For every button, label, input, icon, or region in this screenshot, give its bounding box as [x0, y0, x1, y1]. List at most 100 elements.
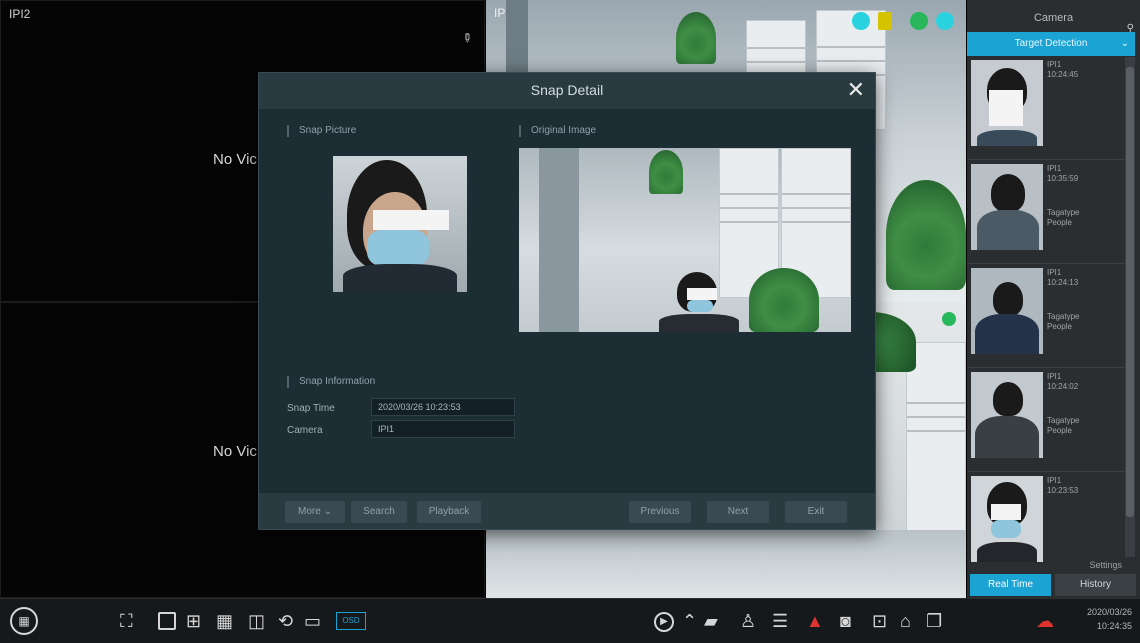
start-menu-icon[interactable]: ▦ — [10, 607, 38, 635]
clock: 2020/03/26 10:24:35 — [1087, 605, 1132, 633]
panel-scrollbar[interactable] — [1125, 57, 1135, 557]
item-type-value: People — [1047, 322, 1072, 331]
item-time: 10:24:02 — [1047, 382, 1079, 391]
scene-plant — [749, 268, 819, 332]
item-type-value: People — [1047, 218, 1072, 227]
scene-floor — [486, 530, 966, 598]
dialog-footer: More ⌄ Search Playback Previous Next Exi… — [259, 493, 875, 529]
scene-mask — [991, 520, 1021, 538]
scene-hair — [993, 282, 1023, 316]
scene-mask — [367, 230, 429, 266]
picture-icon[interactable]: ◫ — [248, 612, 265, 630]
clock-date: 2020/03/26 — [1086, 607, 1132, 617]
windows-icon[interactable]: ❐ — [926, 612, 942, 630]
detection-panel: Camera ⚲ Target Detection ⌄ IPI1 10:24:4… — [967, 0, 1140, 598]
face-detect-icon — [852, 12, 870, 30]
playback-icon[interactable]: ▶ — [654, 612, 674, 632]
list-item[interactable]: IPI1 10:35:59 Tagatype People — [967, 160, 1129, 264]
item-meta: IPI1 10:35:59 Tagatype People — [1047, 164, 1079, 228]
snap-thumbnail — [971, 164, 1043, 250]
save-icon[interactable]: ⊡ — [872, 612, 887, 630]
item-camera: IPI1 — [1047, 60, 1062, 69]
snap-time-field: 2020/03/26 10:23:53 — [371, 398, 515, 416]
item-camera: IPI1 — [1047, 164, 1062, 173]
snap-thumbnail — [971, 268, 1043, 354]
network-icon[interactable]: ⌂ — [900, 612, 911, 630]
alarm-icon[interactable]: ▲ — [806, 612, 824, 630]
face-blur — [991, 504, 1021, 520]
item-meta: IPI1 10:24:45 — [1047, 60, 1078, 80]
list-item[interactable]: IPI1 10:24:13 Tagatype People — [967, 264, 1129, 368]
list-item[interactable]: IPI1 10:24:02 Tagatype People — [967, 368, 1129, 472]
scene-shirt — [977, 210, 1039, 250]
item-time: 10:35:59 — [1047, 174, 1079, 183]
history-button[interactable]: History — [1055, 574, 1136, 596]
chevron-down-icon: ⌄ — [323, 506, 332, 517]
status-icon — [910, 12, 928, 30]
snap-thumbnail — [971, 476, 1043, 562]
ptz-camera-icon[interactable]: ▰ — [704, 612, 718, 630]
scene-hair — [991, 174, 1025, 212]
item-camera: IPI1 — [1047, 476, 1062, 485]
item-type-value: People — [1047, 426, 1072, 435]
more-label: More — [298, 506, 321, 517]
item-type-label: Tagatype — [1047, 416, 1080, 425]
scrollbar-thumb[interactable] — [1126, 67, 1134, 517]
tab-label: Target Detection — [1014, 38, 1088, 49]
item-camera: IPI1 — [1047, 372, 1062, 381]
scene-plant — [886, 180, 966, 290]
layout-wide-icon[interactable]: ▭ — [304, 612, 321, 630]
original-image — [519, 148, 851, 332]
playback-button[interactable]: Playback — [417, 501, 481, 523]
no-video-text: No Vic — [213, 151, 257, 168]
search-button[interactable]: Search — [351, 501, 407, 523]
snap-time-label: Snap Time — [287, 403, 335, 414]
settings-link[interactable]: Settings — [1089, 560, 1122, 570]
record-list-icon[interactable]: ☰ — [772, 612, 788, 630]
scene-shirt — [977, 542, 1037, 562]
item-time: 10:23:53 — [1047, 486, 1079, 495]
camera-label: Camera — [287, 425, 323, 436]
scene-shirt — [659, 314, 739, 332]
clock-time: 10:24:35 — [1096, 621, 1132, 631]
item-type-label: Tagatype — [1047, 312, 1080, 321]
layout-4-icon[interactable]: ⊞ — [186, 612, 201, 630]
snap-picture — [333, 156, 467, 292]
chevron-up-icon[interactable]: ⌃ — [682, 612, 697, 630]
exit-button[interactable]: Exit — [785, 501, 847, 523]
sequence-icon[interactable]: ⟲ — [278, 612, 293, 630]
cloud-icon[interactable]: ☁ — [1036, 612, 1054, 630]
item-time: 10:24:45 — [1047, 70, 1079, 79]
snap-thumbnail — [971, 60, 1043, 146]
dialog-header: Snap Detail ✕ — [259, 73, 875, 109]
face-blur — [989, 90, 1023, 126]
fullscreen-icon[interactable]: ⛶ — [120, 612, 133, 630]
scene-shelf — [906, 342, 966, 542]
osd-toggle[interactable]: OSD — [336, 612, 366, 630]
previous-button[interactable]: Previous — [629, 501, 691, 523]
item-camera: IPI1 — [1047, 268, 1062, 277]
next-button[interactable]: Next — [707, 501, 769, 523]
user-icon[interactable]: ♙ — [740, 612, 756, 630]
dialog-title: Snap Detail — [530, 82, 604, 98]
camera-field: IPI1 — [371, 420, 515, 438]
layout-1-icon[interactable] — [158, 612, 176, 630]
face-blur — [373, 210, 449, 230]
real-time-button[interactable]: Real Time — [970, 574, 1051, 596]
more-dropdown[interactable]: More ⌄ — [285, 501, 345, 523]
panel-mode-buttons: Real Time History — [970, 574, 1136, 596]
nvr-live-view: IPI2 ✎ No Vic No Vic IPI1 Camera ⚲ Targe… — [0, 0, 1140, 643]
snap-detail-dialog: Snap Detail ✕ Snap Picture Original Imag… — [258, 72, 876, 530]
layout-9-icon[interactable]: ▦ — [216, 612, 233, 630]
scene-shirt — [977, 130, 1037, 146]
pin-icon[interactable]: ✎ — [458, 29, 475, 46]
close-icon[interactable]: ✕ — [847, 77, 865, 103]
item-meta: IPI1 10:23:53 — [1047, 476, 1078, 496]
target-detection-dropdown[interactable]: Target Detection ⌄ — [967, 32, 1135, 56]
list-item[interactable]: IPI1 10:24:45 — [967, 56, 1129, 160]
snapshot-icon[interactable]: ◙ — [840, 612, 851, 630]
scene-shirt — [975, 416, 1039, 458]
item-meta: IPI1 10:24:13 Tagatype People — [1047, 268, 1079, 332]
snap-picture-label: Snap Picture — [287, 125, 356, 137]
item-time: 10:24:13 — [1047, 278, 1079, 287]
